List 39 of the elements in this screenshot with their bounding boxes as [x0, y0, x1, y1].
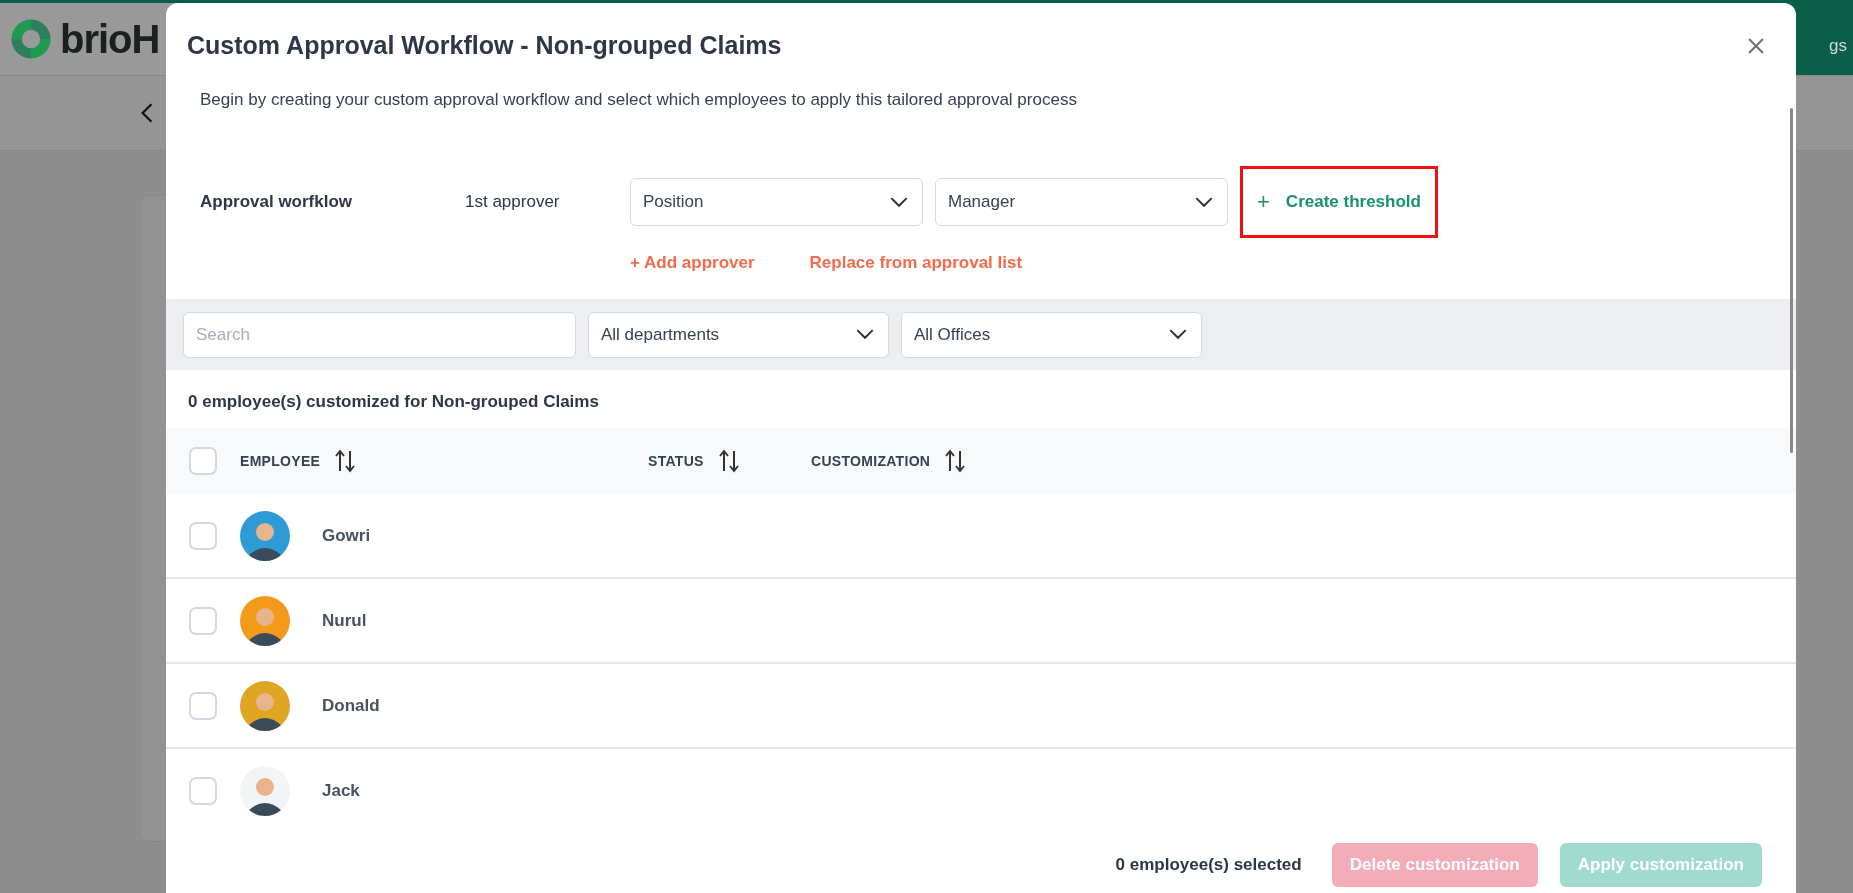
- chevron-down-icon: [1195, 196, 1213, 208]
- column-header[interactable]: CUSTOMIZATION: [811, 453, 931, 469]
- summary-text: 0 employee(s) customized for Non-grouped Claims: [188, 392, 600, 413]
- table-row[interactable]: Gowri: [166, 494, 1796, 579]
- dialog-title: Custom Approval Workflow - Non-grouped Claims: [187, 31, 782, 60]
- logo-text: brioH: [60, 16, 160, 62]
- nav-tab[interactable]: gs: [1829, 36, 1847, 56]
- row-checkbox[interactable]: [189, 691, 217, 720]
- employee-name: Nurul: [322, 610, 367, 631]
- approver-label: 1st approver: [465, 192, 561, 212]
- approver-select[interactable]: Position: [630, 178, 923, 226]
- select-all-checkbox[interactable]: [189, 447, 217, 475]
- create-threshold-button[interactable]: + Create threshold: [1240, 166, 1438, 238]
- filter-select[interactable]: All departments: [588, 311, 889, 358]
- close-icon[interactable]: [1746, 35, 1766, 56]
- scrollbar[interactable]: [1790, 108, 1793, 453]
- sort-icon[interactable]: [944, 449, 967, 473]
- column-header[interactable]: EMPLOYEE: [240, 453, 321, 469]
- row-checkbox[interactable]: [189, 521, 217, 550]
- filter-select[interactable]: All Offices: [901, 311, 1202, 358]
- approver-select[interactable]: Manager: [935, 178, 1228, 226]
- chevron-down-icon: [890, 196, 908, 208]
- employee-name: Donald: [322, 695, 380, 716]
- table-row[interactable]: Nurul: [166, 579, 1796, 664]
- column-header[interactable]: STATUS: [648, 453, 704, 469]
- employee-name: Jack: [322, 780, 360, 801]
- search-field[interactable]: Search: [183, 311, 576, 358]
- back-icon[interactable]: [140, 102, 154, 124]
- table-row[interactable]: Donald: [166, 664, 1796, 749]
- row-checkbox[interactable]: [189, 776, 217, 805]
- workflow-label: Approval worfklow: [200, 192, 354, 212]
- chevron-down-icon: [1169, 329, 1187, 340]
- dialog-description: Begin by creating your custom approval workflow and select which employees to apply this tailored approval process: [200, 90, 1078, 110]
- sort-icon[interactable]: [717, 449, 740, 473]
- sort-icon[interactable]: [334, 449, 357, 473]
- row-checkbox[interactable]: [189, 606, 217, 635]
- employee-name: Gowri: [322, 525, 371, 546]
- chevron-down-icon: [856, 329, 874, 340]
- selected-count: 0 employee(s) selected: [1115, 855, 1302, 875]
